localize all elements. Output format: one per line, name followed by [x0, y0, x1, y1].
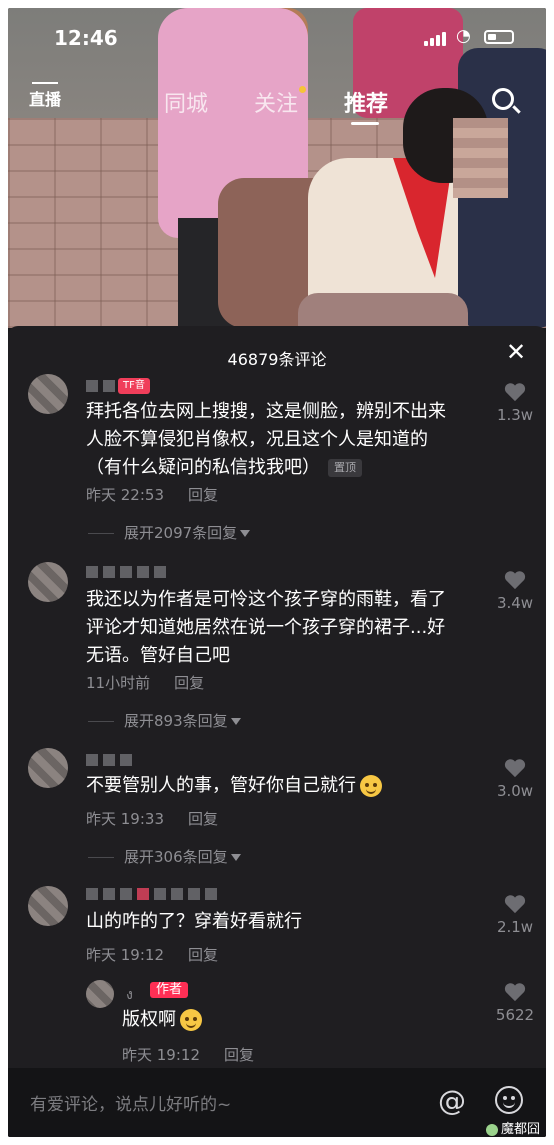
comment-username[interactable]	[86, 564, 171, 580]
video-girl-skirt	[298, 293, 468, 328]
tab-following[interactable]: 关注	[254, 86, 298, 118]
expand-replies-button[interactable]: 展开306条回复	[88, 846, 241, 867]
battery-icon	[484, 30, 514, 44]
avatar[interactable]	[28, 748, 68, 788]
tab-recommended[interactable]: 推荐	[344, 86, 388, 118]
like-button[interactable]: 3.4w	[490, 570, 540, 612]
status-time: 12:46	[54, 26, 118, 50]
comment-text: 山的咋的了？穿着好看就行	[86, 908, 486, 936]
comment-text: 不要管别人的事，管好你自己就行	[86, 772, 486, 800]
comment-username[interactable]	[86, 886, 222, 902]
live-icon[interactable]: 直播	[28, 82, 62, 112]
expand-replies-button[interactable]: 展开893条回复	[88, 710, 241, 731]
comment-line: 山的咋的了？穿着好看就行	[86, 911, 302, 932]
comment-meta: 昨天 19:12 回复	[86, 944, 218, 965]
heart-icon	[504, 571, 526, 590]
like-button[interactable]: 2.1w	[490, 894, 540, 936]
face-mosaic	[453, 118, 508, 198]
comments-sheet: 46879条评论 ✕ TF音 拜托各位去网上搜搜，这是侧脸，辨别不出来 人脸不算…	[8, 326, 546, 1137]
smile-emoji-icon	[360, 775, 382, 797]
search-icon[interactable]	[492, 88, 514, 110]
avatar[interactable]	[28, 562, 68, 602]
comment-line: 人脸不算侵犯肖像权，况且这个人是知道的	[86, 429, 428, 450]
chevron-down-icon	[240, 530, 251, 537]
comment-time: 昨天 22:53	[86, 486, 164, 504]
watermark-text: 魔都囧	[501, 1122, 541, 1137]
phone-screen: 12:46 ◔ 直播 同城 关注 推荐 46879条评论 ✕ TF音 拜托各位去…	[8, 8, 546, 1137]
expand-replies-label: 展开2097条回复	[124, 524, 238, 542]
expand-replies-button[interactable]: 展开2097条回复	[88, 522, 251, 543]
reply-button[interactable]: 回复	[174, 674, 204, 692]
comment-meta: 昨天 22:53 回复	[86, 484, 218, 505]
chevron-down-icon	[230, 718, 241, 725]
close-icon[interactable]: ✕	[506, 340, 526, 364]
reply-button[interactable]: 回复	[188, 810, 218, 828]
signal-icon	[424, 30, 450, 46]
avatar[interactable]	[28, 374, 68, 414]
reply-time: 昨天 19:12	[122, 1046, 200, 1064]
expand-replies-label: 展开306条回复	[124, 848, 228, 866]
reply-button[interactable]: 回复	[188, 946, 218, 964]
live-label: 直播	[28, 90, 61, 109]
comment-text: 我还以为作者是可怜这个孩子穿的雨鞋，看了 评论才知道她居然在说一个孩子穿的裙子.…	[86, 586, 486, 670]
comments-count-title: 46879条评论	[227, 350, 327, 369]
top-nav: 直播 同城 关注 推荐	[8, 76, 546, 126]
like-count: 3.0w	[496, 782, 534, 800]
like-count: 2.1w	[496, 918, 534, 936]
like-count: 5622	[495, 1006, 535, 1024]
status-bar: 12:46 ◔	[8, 8, 546, 68]
expand-replies-label: 展开893条回复	[124, 712, 228, 730]
smirk-emoji-icon	[180, 1009, 202, 1031]
author-avatar[interactable]	[86, 980, 114, 1008]
wifi-icon: ◔	[456, 26, 471, 46]
reply-button[interactable]: 回复	[188, 486, 218, 504]
author-badge: 作者	[150, 982, 189, 998]
comment-line: （有什么疑问的私信找我吧）	[86, 457, 320, 478]
heart-icon	[504, 895, 526, 914]
avatar[interactable]	[28, 886, 68, 926]
like-button[interactable]: 5622	[490, 982, 540, 1024]
user-badge: TF音	[118, 378, 150, 394]
watermark: 魔都囧	[486, 1118, 540, 1137]
comment-input-bar: 有爱评论，说点儿好听的~ @	[8, 1068, 546, 1137]
notification-dot	[299, 86, 306, 93]
heart-icon	[504, 983, 526, 1002]
comment-line: 不要管别人的事，管好你自己就行	[86, 775, 356, 796]
like-button[interactable]: 1.3w	[490, 382, 540, 424]
comment-line: 无语。管好自己吧	[86, 645, 230, 666]
comment-line: 评论才知道她居然在说一个孩子穿的裙子...好	[86, 617, 446, 638]
like-button[interactable]: 3.0w	[490, 758, 540, 800]
tab-nearby[interactable]: 同城	[164, 86, 208, 118]
comment-time: 昨天 19:33	[86, 810, 164, 828]
heart-icon	[504, 383, 526, 402]
comment-meta: 11小时前 回复	[86, 672, 204, 693]
heart-icon	[504, 759, 526, 778]
like-count: 1.3w	[496, 406, 534, 424]
comment-time: 昨天 19:12	[86, 946, 164, 964]
comment-username[interactable]	[86, 378, 120, 394]
reply-meta: 昨天 19:12 回复	[122, 1044, 254, 1065]
smile-icon[interactable]	[495, 1086, 523, 1114]
reply-button[interactable]: 回复	[224, 1046, 254, 1064]
pinned-badge: 置顶	[328, 459, 362, 477]
comment-meta: 昨天 19:33 回复	[86, 808, 218, 829]
watermark-logo-icon	[486, 1123, 498, 1136]
like-count: 3.4w	[496, 594, 534, 612]
active-tab-indicator	[351, 122, 379, 125]
comment-line: 我还以为作者是可怜这个孩子穿的雨鞋，看了	[86, 589, 446, 610]
comment-username[interactable]	[86, 752, 137, 768]
reply-text: 版权啊	[122, 1006, 422, 1034]
comment-time: 11小时前	[86, 674, 151, 692]
reply-line: 版权啊	[122, 1009, 176, 1030]
comment-input[interactable]: 有爱评论，说点儿好听的~	[30, 1090, 231, 1115]
at-icon[interactable]: @	[438, 1084, 466, 1117]
comment-text: 拜托各位去网上搜搜，这是侧脸，辨别不出来 人脸不算侵犯肖像权，况且这个人是知道的…	[86, 398, 486, 482]
comment-line: 拜托各位去网上搜搜，这是侧脸，辨别不出来	[86, 401, 446, 422]
reply-username[interactable]: ง	[126, 984, 133, 1006]
chevron-down-icon	[230, 854, 241, 861]
